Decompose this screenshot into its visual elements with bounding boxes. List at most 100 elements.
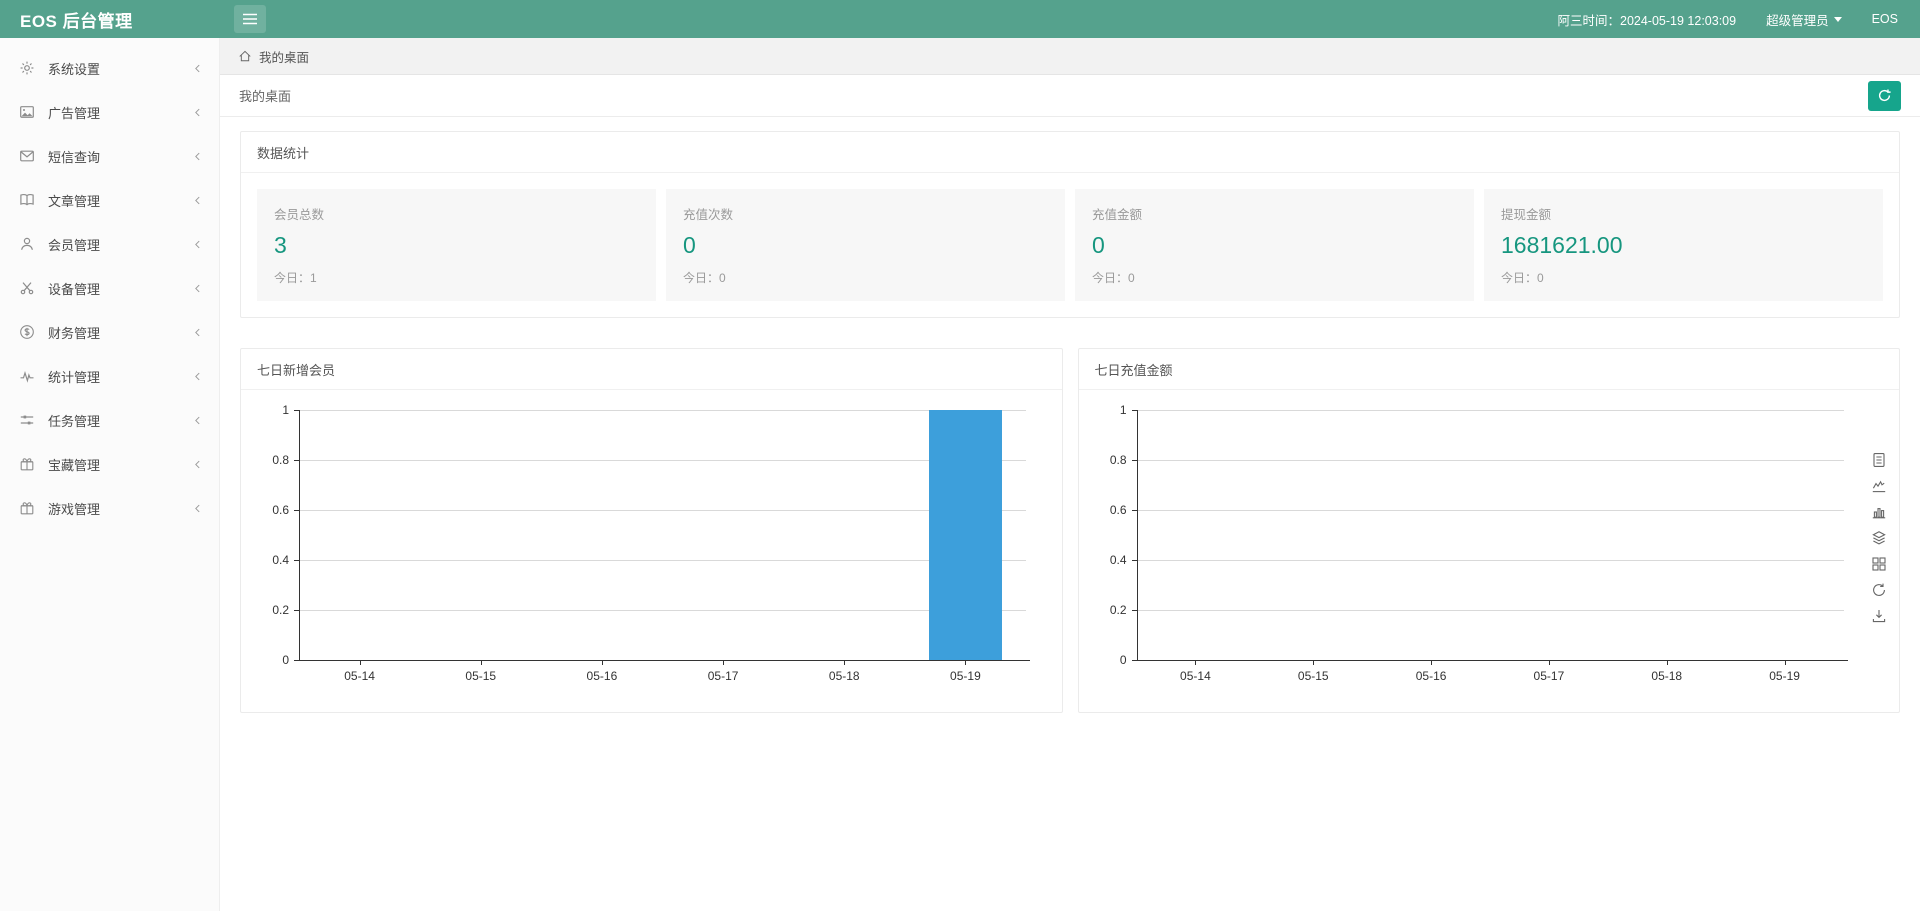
stat-card-today: 今日：0 bbox=[1092, 269, 1457, 286]
chart-title: 七日充值金额 bbox=[1079, 349, 1900, 390]
server-time: 阿三时间：2024-05-19 12:03:09 bbox=[1558, 10, 1737, 29]
bar-05-19 bbox=[929, 410, 1002, 660]
refresh-icon bbox=[1877, 88, 1892, 103]
breadcrumb-current[interactable]: 我的桌面 bbox=[259, 47, 309, 66]
y-tick-label: 1 bbox=[1093, 403, 1127, 417]
x-tick-label: 05-18 bbox=[1651, 669, 1682, 683]
x-tick-label: 05-19 bbox=[950, 669, 981, 683]
breadcrumb: 我的桌面 bbox=[220, 38, 1920, 75]
tiled-icon[interactable] bbox=[1871, 556, 1887, 572]
sidebar-item-member-management[interactable]: 会员管理 bbox=[0, 222, 219, 266]
pulse-icon bbox=[19, 368, 35, 384]
sidebar-item-stats-management[interactable]: 统计管理 bbox=[0, 354, 219, 398]
user-name: 超级管理员 bbox=[1766, 10, 1829, 29]
stat-card-today: 今日：0 bbox=[1501, 269, 1866, 286]
chevron-left-icon bbox=[192, 107, 203, 118]
stat-card-value: 0 bbox=[683, 232, 1048, 259]
mail-icon bbox=[19, 148, 35, 164]
gridline bbox=[1137, 610, 1844, 611]
data-view-icon[interactable] bbox=[1871, 452, 1887, 468]
save-image-icon[interactable] bbox=[1871, 608, 1887, 624]
book-icon bbox=[19, 192, 35, 208]
x-tick bbox=[844, 660, 845, 665]
sidebar-item-sms-query[interactable]: 短信查询 bbox=[0, 134, 219, 178]
y-tick-label: 0 bbox=[255, 653, 289, 667]
gift-icon bbox=[19, 500, 35, 516]
sidebar-toggle-button[interactable] bbox=[234, 5, 266, 33]
app: EOS 后台管理 阿三时间：2024-05-19 12:03:09 超级管理员 … bbox=[0, 0, 1920, 911]
stack-icon[interactable] bbox=[1871, 530, 1887, 546]
bar-chart-icon[interactable] bbox=[1871, 504, 1887, 520]
x-tick bbox=[1431, 660, 1432, 665]
gridline bbox=[299, 510, 1026, 511]
sidebar-item-device-management[interactable]: 设备管理 bbox=[0, 266, 219, 310]
sidebar-item-label: 游戏管理 bbox=[48, 499, 100, 518]
y-tick-label: 0.2 bbox=[255, 603, 289, 617]
sidebar-item-article-management[interactable]: 文章管理 bbox=[0, 178, 219, 222]
sidebar-item-finance-management[interactable]: 财务管理 bbox=[0, 310, 219, 354]
gridline bbox=[1137, 560, 1844, 561]
stat-cards: 会员总数 3 今日：1 充值次数 0 今日：0 充值金额 0 今日：0 提现金额… bbox=[241, 173, 1899, 317]
x-tick-label: 05-19 bbox=[1769, 669, 1800, 683]
header-right: 阿三时间：2024-05-19 12:03:09 超级管理员 EOS bbox=[1558, 10, 1920, 29]
chevron-left-icon bbox=[192, 283, 203, 294]
home-icon[interactable] bbox=[238, 49, 252, 63]
sidebar-item-label: 文章管理 bbox=[48, 191, 100, 210]
stat-card-label: 会员总数 bbox=[274, 204, 639, 223]
caret-down-icon bbox=[1834, 17, 1842, 22]
logout-link[interactable]: EOS bbox=[1872, 12, 1898, 26]
y-tick-label: 0.8 bbox=[255, 453, 289, 467]
app-title: EOS 后台管理 bbox=[0, 7, 220, 32]
stat-card-label: 充值次数 bbox=[683, 204, 1048, 223]
y-tick-label: 1 bbox=[255, 403, 289, 417]
sidebar-item-game-management[interactable]: 游戏管理 bbox=[0, 486, 219, 530]
sliders-icon bbox=[19, 412, 35, 428]
sidebar-item-task-management[interactable]: 任务管理 bbox=[0, 398, 219, 442]
image-icon bbox=[19, 104, 35, 120]
sidebar-item-label: 财务管理 bbox=[48, 323, 100, 342]
chevron-left-icon bbox=[192, 327, 203, 338]
sidebar-item-treasure-management[interactable]: 宝藏管理 bbox=[0, 442, 219, 486]
x-tick-label: 05-14 bbox=[344, 669, 375, 683]
stat-card: 提现金额 1681621.00 今日：0 bbox=[1484, 189, 1883, 301]
y-axis bbox=[299, 410, 300, 660]
sidebar-item-label: 统计管理 bbox=[48, 367, 100, 386]
chevron-left-icon bbox=[192, 415, 203, 426]
chevron-left-icon bbox=[192, 459, 203, 470]
sidebar-item-label: 任务管理 bbox=[48, 411, 100, 430]
x-tick bbox=[1549, 660, 1550, 665]
user-menu[interactable]: 超级管理员 bbox=[1766, 10, 1842, 29]
restore-icon[interactable] bbox=[1871, 582, 1887, 598]
chevron-left-icon bbox=[192, 63, 203, 74]
content: 数据统计 会员总数 3 今日：1 充值次数 0 今日：0 充值金额 0 今日：0… bbox=[220, 117, 1920, 911]
sidebar-item-ad-management[interactable]: 广告管理 bbox=[0, 90, 219, 134]
x-tick bbox=[965, 660, 966, 665]
hamburger-icon bbox=[242, 13, 258, 25]
chevron-left-icon bbox=[192, 371, 203, 382]
y-axis bbox=[1137, 410, 1138, 660]
x-tick-label: 05-15 bbox=[465, 669, 496, 683]
x-tick bbox=[1195, 660, 1196, 665]
y-tick-label: 0.2 bbox=[1093, 603, 1127, 617]
sidebar-item-label: 设备管理 bbox=[48, 279, 100, 298]
gridline bbox=[1137, 510, 1844, 511]
top-header: EOS 后台管理 阿三时间：2024-05-19 12:03:09 超级管理员 … bbox=[0, 0, 1920, 38]
chart-panel-0: 七日新增会员 00.20.40.60.8105-1405-1505-1605-1… bbox=[240, 348, 1063, 713]
x-tick-label: 05-15 bbox=[1298, 669, 1329, 683]
x-tick bbox=[1667, 660, 1668, 665]
gear-icon bbox=[19, 60, 35, 76]
sidebar-item-system-settings[interactable]: 系统设置 bbox=[0, 46, 219, 90]
x-tick-label: 05-17 bbox=[1534, 669, 1565, 683]
y-tick-label: 0.4 bbox=[255, 553, 289, 567]
gridline bbox=[1137, 460, 1844, 461]
stats-panel: 数据统计 会员总数 3 今日：1 充值次数 0 今日：0 充值金额 0 今日：0… bbox=[240, 131, 1900, 318]
gridline bbox=[299, 610, 1026, 611]
line-chart-icon[interactable] bbox=[1871, 478, 1887, 494]
stat-card: 充值金额 0 今日：0 bbox=[1075, 189, 1474, 301]
chevron-left-icon bbox=[192, 239, 203, 250]
refresh-button[interactable] bbox=[1868, 81, 1901, 111]
chart-toolbox bbox=[1871, 452, 1887, 624]
tab-my-desktop[interactable]: 我的桌面 bbox=[239, 86, 291, 105]
stat-card: 会员总数 3 今日：1 bbox=[257, 189, 656, 301]
y-tick-label: 0.8 bbox=[1093, 453, 1127, 467]
